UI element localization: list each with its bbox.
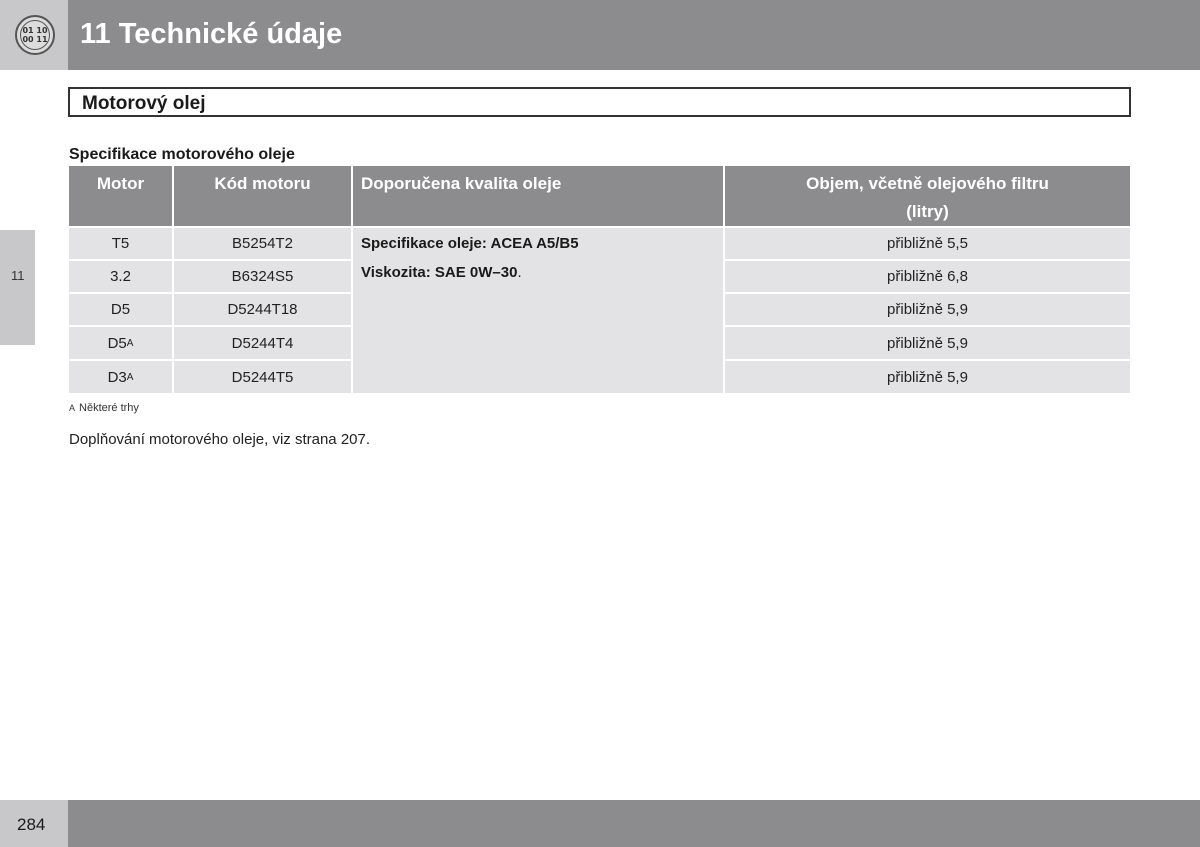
cell-engine-code: D5244T4 — [174, 327, 351, 359]
header-motor: Motor — [69, 166, 172, 226]
cell-motor: D5 A — [69, 327, 172, 359]
header-motor-label: Motor — [96, 174, 145, 193]
cell-volume: přibližně 5,9 — [725, 327, 1130, 359]
chapter-icon-line2: 00 11 — [22, 35, 48, 44]
page-number: 284 — [17, 815, 46, 834]
cell-motor: D3 A — [69, 361, 172, 393]
table-caption: Specifikace motorového oleje — [69, 146, 295, 163]
cell-volume: přibližně 5,9 — [725, 294, 1130, 325]
section-title: Motorový olej — [82, 93, 206, 114]
oil-spec-cell: Specifikace oleje: ACEA A5/B5 Viskozita:… — [353, 228, 723, 393]
header-volume-label-line2: (litry) — [906, 202, 949, 221]
cell-motor: 3.2 — [69, 261, 172, 292]
cell-engine-code: B6324S5 — [174, 261, 351, 292]
section-heading-box: Motorový olej — [68, 87, 1131, 117]
viscosity-line: Viskozita: SAE 0W–30. — [361, 264, 522, 281]
page-title: 11 Technické údaje — [80, 18, 343, 50]
header-volume: Objem, včetně olejového filtru (litry) — [725, 166, 1130, 226]
cell-engine-code: D5244T18 — [174, 294, 351, 325]
header-engine-code-label: Kód motoru — [214, 174, 311, 193]
reference-text: Doplňování motorového oleje, viz strana … — [69, 431, 371, 448]
cell-motor: T5 — [69, 228, 172, 259]
chapter-icon-line1: 01 10 — [22, 26, 48, 35]
header-engine-code: Kód motoru — [174, 166, 351, 226]
cell-engine-code: B5254T2 — [174, 228, 351, 259]
header-oil-quality: Doporučena kvalita oleje — [353, 166, 723, 226]
oil-spec-line: Specifikace oleje: ACEA A5/B5 — [361, 235, 579, 252]
chapter-side-tab-label: 11 — [11, 268, 25, 283]
chapter-icon: 01 10 00 11 — [15, 15, 55, 55]
header-oil-quality-label: Doporučena kvalita oleje — [361, 174, 562, 193]
header-volume-label-line1: Objem, včetně olejového filtru — [806, 174, 1049, 193]
cell-volume: přibližně 5,9 — [725, 361, 1130, 393]
cell-motor: D5 — [69, 294, 172, 325]
header-icon-area: 01 10 00 11 — [0, 0, 68, 70]
cell-volume: přibližně 5,5 — [725, 228, 1130, 259]
cell-engine-code: D5244T5 — [174, 361, 351, 393]
cell-volume: přibližně 6,8 — [725, 261, 1130, 292]
footer-bar — [68, 800, 1200, 847]
chapter-side-tab: 11 — [0, 230, 35, 345]
footnote-mark: A — [69, 403, 76, 413]
footnote-text: Některé trhy — [79, 402, 139, 414]
footnote: A Některé trhy — [69, 402, 139, 414]
